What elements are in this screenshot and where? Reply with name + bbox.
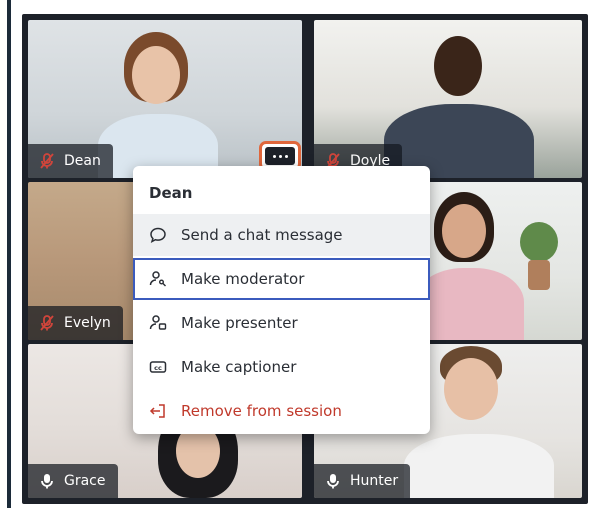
name-tag-dean: Dean <box>28 144 113 178</box>
ellipsis-icon <box>265 147 295 165</box>
menu-header: Dean <box>149 184 193 202</box>
mic-muted-icon <box>40 315 54 331</box>
menu-item-label: Send a chat message <box>181 226 343 244</box>
svg-text:cc: cc <box>154 364 162 372</box>
mic-icon <box>41 474 53 489</box>
participant-name: Grace <box>64 473 106 489</box>
menu-item-make-presenter[interactable]: Make presenter <box>133 302 430 344</box>
chat-bubble-icon <box>149 226 167 244</box>
mic-muted-icon <box>40 153 54 169</box>
menu-item-make-moderator[interactable]: Make moderator <box>133 258 430 300</box>
left-edge-bar <box>7 0 11 508</box>
remove-exit-icon <box>149 402 167 420</box>
presenter-icon <box>149 314 167 332</box>
menu-item-label: Remove from session <box>181 402 342 420</box>
video-tile-doyle[interactable]: Doyle <box>314 20 582 178</box>
name-tag-evelyn: Evelyn <box>28 306 123 340</box>
name-tag-grace: Grace <box>28 464 118 498</box>
menu-item-label: Make moderator <box>181 270 305 288</box>
participant-name: Dean <box>64 153 101 169</box>
person-key-icon <box>149 270 167 288</box>
participant-name: Evelyn <box>64 315 111 331</box>
participant-name: Hunter <box>350 473 399 489</box>
menu-item-send-chat[interactable]: Send a chat message <box>133 214 430 256</box>
participant-context-menu: Dean Send a chat message Make moderator … <box>133 166 430 434</box>
plant-decoration <box>514 222 564 292</box>
menu-item-remove-from-session[interactable]: Remove from session <box>133 390 430 432</box>
name-tag-hunter: Hunter <box>314 464 411 498</box>
menu-item-label: Make presenter <box>181 314 298 332</box>
mic-icon <box>327 474 339 489</box>
menu-item-make-captioner[interactable]: cc Make captioner <box>133 346 430 388</box>
cc-icon: cc <box>149 358 167 376</box>
menu-item-label: Make captioner <box>181 358 297 376</box>
